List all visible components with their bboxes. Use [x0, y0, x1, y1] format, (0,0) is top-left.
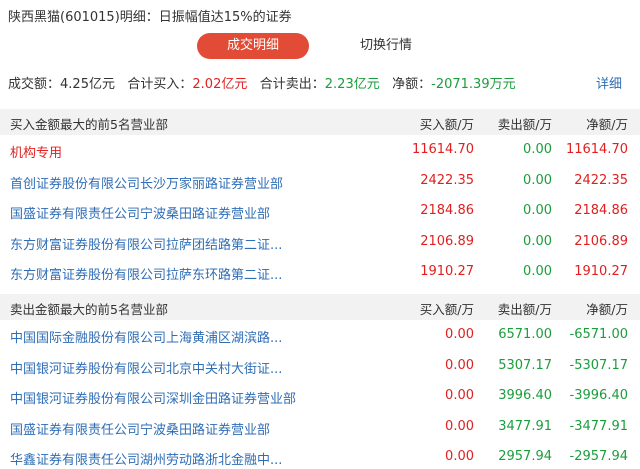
buy-amount: 11614.70: [411, 142, 474, 157]
volume-value: 4.25亿元: [60, 77, 115, 92]
broker-link[interactable]: 东方财富证券股份有限公司拉萨东环路第二证...: [10, 264, 310, 283]
buy-amount: 1910.27: [420, 264, 474, 279]
buy-section-header: 买入金额最大的前5名营业部 买入额/万 卖出额/万 净额/万: [0, 109, 640, 135]
buy-amount: 0.00: [445, 327, 474, 342]
sell-section-header: 卖出金额最大的前5名营业部 买入额/万 卖出额/万 净额/万: [0, 294, 640, 320]
details-link[interactable]: 详细: [596, 73, 622, 92]
sell-amount: 5307.17: [498, 357, 552, 373]
sell-amount: 6571.00: [498, 327, 552, 342]
buy-amount: 2422.35: [420, 172, 474, 188]
broker-link[interactable]: 首创证券股份有限公司长沙万家丽路证券营业部: [10, 173, 310, 192]
total-sell-value: 2.23亿元: [324, 77, 380, 92]
broker-name: 机构专用: [10, 146, 63, 161]
net-amount: 2184.86: [574, 203, 628, 218]
table-row: 中国银河证券股份有限公司深圳金田路证券营业部 0.00 3996.40 -399…: [0, 381, 640, 412]
net-amount: -3477.91: [569, 418, 628, 434]
table-row: 东方财富证券股份有限公司拉萨团结路第二证... 2106.89 0.00 210…: [0, 227, 640, 258]
net-amount: 2422.35: [574, 172, 628, 188]
tab-switch-quotes[interactable]: 切换行情: [330, 33, 442, 59]
tab-bar: 成交明细 切换行情: [0, 33, 640, 59]
buy-amount: 0.00: [445, 449, 474, 464]
volume-label: 成交额：: [8, 77, 61, 92]
buy-amount: 0.00: [445, 418, 474, 434]
table-row: 中国银河证券股份有限公司北京中关村大街证... 0.00 5307.17 -53…: [0, 351, 640, 382]
total-sell-label: 合计卖出：: [259, 77, 325, 92]
col-sell-amount: 卖出额/万: [497, 302, 552, 317]
net-label: 净额：: [392, 77, 432, 92]
buy-section: 买入金额最大的前5名营业部 买入额/万 卖出额/万 净额/万 机构专用 1161…: [0, 109, 640, 288]
sell-amount: 0.00: [523, 172, 552, 188]
sell-amount: 0.00: [523, 203, 552, 218]
col-buy-amount: 买入额/万: [419, 302, 474, 317]
buy-amount: 0.00: [445, 388, 474, 403]
sell-amount: 0.00: [523, 142, 552, 157]
table-row: 国盛证券有限责任公司宁波桑田路证券营业部 0.00 3477.91 -3477.…: [0, 412, 640, 443]
buy-amount: 2184.86: [420, 203, 474, 218]
table-row: 首创证券股份有限公司长沙万家丽路证券营业部 2422.35 0.00 2422.…: [0, 166, 640, 197]
sell-amount: 3477.91: [498, 418, 552, 434]
tab-trade-details[interactable]: 成交明细: [197, 33, 309, 59]
col-net-amount: 净额/万: [586, 302, 628, 317]
broker-link[interactable]: 国盛证券有限责任公司宁波桑田路证券营业部: [10, 203, 310, 222]
col-sell-amount: 卖出额/万: [497, 117, 552, 132]
broker-link[interactable]: 中国国际金融股份有限公司上海黄浦区湖滨路...: [10, 327, 310, 346]
buy-section-title: 买入金额最大的前5名营业部: [10, 117, 168, 132]
sell-amount: 0.00: [523, 264, 552, 279]
summary-bar: 成交额：4.25亿元 合计买入：2.02亿元 合计卖出：2.23亿元 净额：-2…: [8, 73, 632, 93]
table-row: 东方财富证券股份有限公司拉萨东环路第二证... 1910.27 0.00 191…: [0, 257, 640, 288]
buy-amount: 0.00: [445, 357, 474, 373]
table-row: 中国国际金融股份有限公司上海黄浦区湖滨路... 0.00 6571.00 -65…: [0, 320, 640, 351]
broker-link[interactable]: 中国银河证券股份有限公司北京中关村大街证...: [10, 358, 310, 377]
table-row: 机构专用 11614.70 0.00 11614.70: [0, 135, 640, 166]
total-buy-value: 2.02亿元: [192, 77, 248, 92]
table-row: 国盛证券有限责任公司宁波桑田路证券营业部 2184.86 0.00 2184.8…: [0, 196, 640, 227]
net-amount: -5307.17: [569, 357, 628, 373]
net-amount: 2106.89: [574, 233, 628, 249]
page-title: 陕西黑猫(601015)明细：日振幅值达15%的证券: [8, 10, 292, 25]
broker-link[interactable]: 华鑫证券有限责任公司湖州劳动路浙北金融中...: [10, 449, 310, 468]
broker-link[interactable]: 东方财富证券股份有限公司拉萨团结路第二证...: [10, 234, 310, 253]
net-amount: -3996.40: [569, 388, 628, 403]
col-net-amount: 净额/万: [586, 117, 628, 132]
table-row: 华鑫证券有限责任公司湖州劳动路浙北金融中... 0.00 2957.94 -29…: [0, 442, 640, 469]
sell-amount: 0.00: [523, 233, 552, 249]
sell-amount: 3996.40: [498, 388, 552, 403]
col-buy-amount: 买入额/万: [419, 117, 474, 132]
net-amount: -2957.94: [569, 449, 628, 464]
net-amount: -6571.00: [569, 327, 628, 342]
net-value: -2071.39万元: [431, 77, 516, 92]
sell-section-title: 卖出金额最大的前5名营业部: [10, 302, 168, 317]
buy-amount: 2106.89: [420, 233, 474, 249]
net-amount: 11614.70: [565, 142, 628, 157]
total-buy-label: 合计买入：: [127, 77, 193, 92]
sell-amount: 2957.94: [498, 449, 552, 464]
net-amount: 1910.27: [574, 264, 628, 279]
broker-link[interactable]: 中国银河证券股份有限公司深圳金田路证券营业部: [10, 388, 310, 407]
broker-link[interactable]: 国盛证券有限责任公司宁波桑田路证券营业部: [10, 419, 310, 438]
sell-section: 卖出金额最大的前5名营业部 买入额/万 卖出额/万 净额/万 中国国际金融股份有…: [0, 294, 640, 469]
